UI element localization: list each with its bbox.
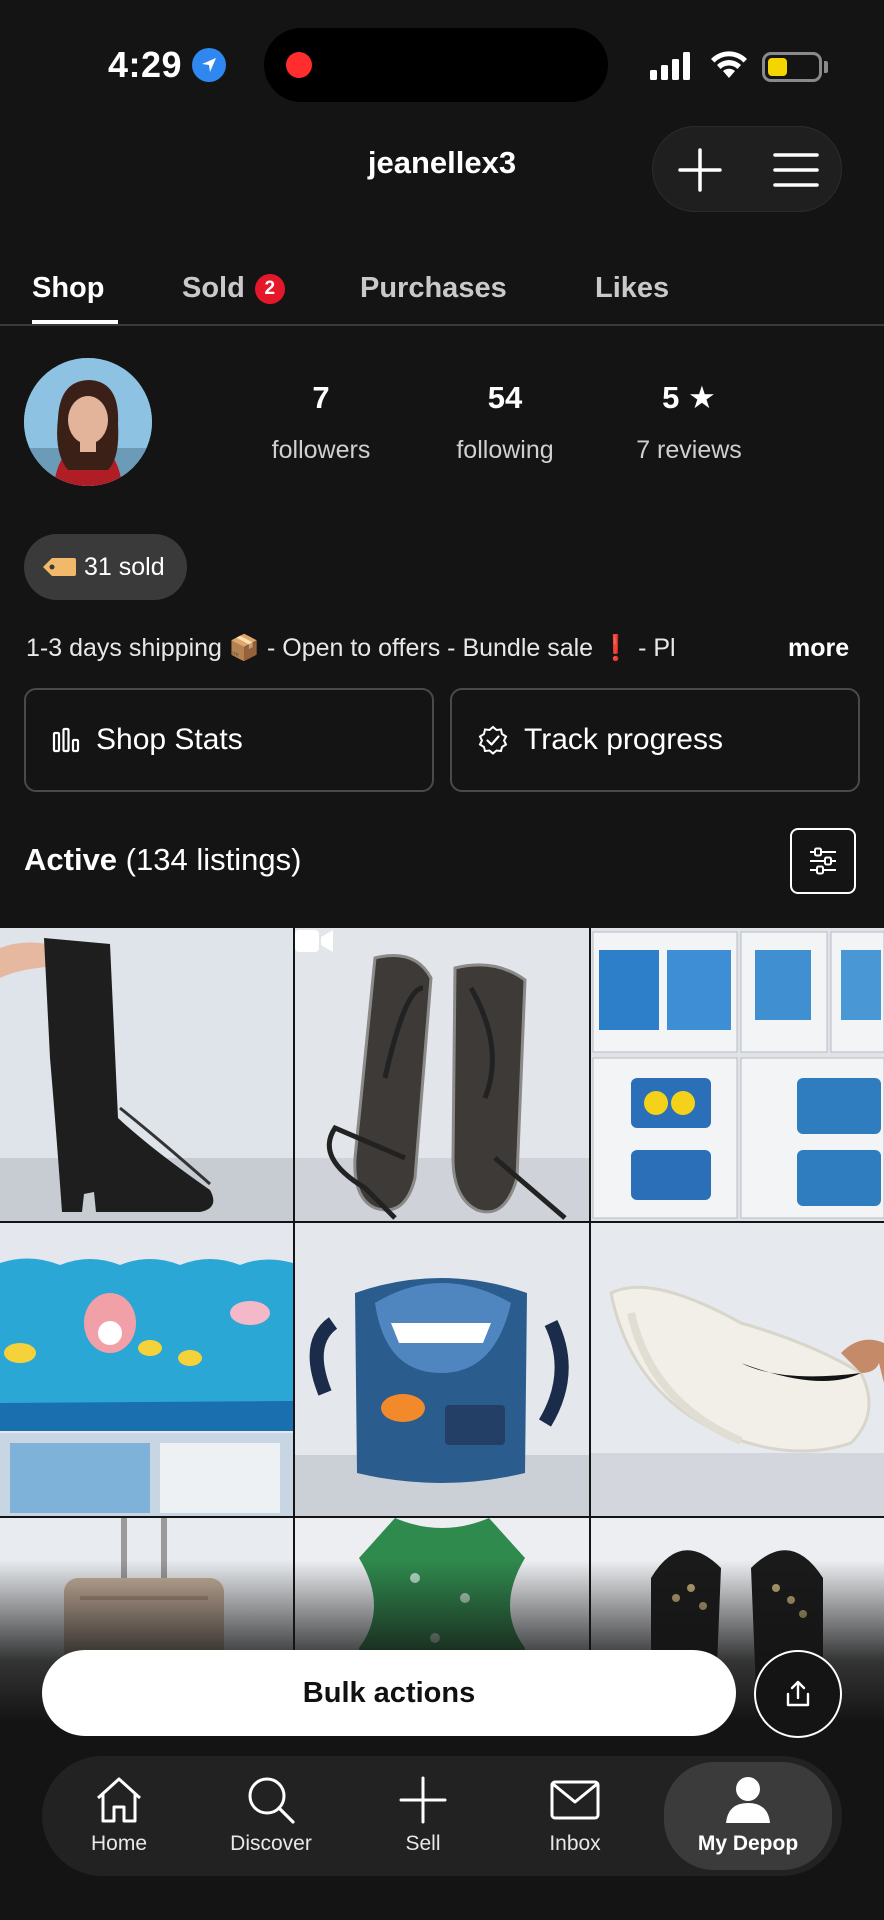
nav-discover[interactable]: Discover (196, 1756, 346, 1876)
check-badge-icon (478, 725, 508, 755)
tab-shop[interactable]: Shop (32, 272, 105, 305)
active-listings-heading: Active (134 listings) (24, 842, 301, 878)
bio-more-link[interactable]: more (788, 634, 849, 663)
cellular-signal-icon (650, 52, 690, 80)
status-bar: 4:29 (0, 0, 884, 130)
battery-icon (762, 52, 822, 82)
listing-black-boots[interactable] (0, 928, 293, 1221)
tab-likes-label: Likes (595, 272, 670, 304)
person-icon (726, 1777, 770, 1823)
sandals-image (295, 928, 589, 1221)
following-count: 54 (487, 380, 523, 415)
reviews-label: 7 reviews (636, 436, 742, 464)
plus-icon (399, 1776, 447, 1824)
plus-icon (678, 148, 722, 192)
add-listing-button[interactable] (675, 145, 725, 195)
bedding-image (591, 928, 884, 1221)
wifi-icon (711, 51, 747, 78)
tab-purchases[interactable]: Purchases (360, 272, 507, 305)
tab-purchases-label: Purchases (360, 272, 507, 304)
followers-label: followers (271, 436, 371, 464)
home-icon (96, 1777, 142, 1823)
avatar[interactable] (24, 358, 152, 486)
reviews-stat[interactable]: 5 ★ 7 reviews (604, 380, 774, 465)
price-tag-icon (43, 558, 76, 576)
video-icon (295, 930, 333, 952)
followers-stat[interactable]: 7 followers (236, 380, 406, 465)
dynamic-island (264, 28, 608, 102)
nav-my-depop[interactable]: My Depop (664, 1762, 832, 1870)
rating-value: 5 ★ (662, 380, 716, 415)
nav-inbox-label: Inbox (549, 1832, 601, 1855)
backpack-image (295, 1223, 589, 1516)
location-arrow-icon (192, 48, 226, 82)
listing-silver-sandals[interactable] (295, 928, 589, 1221)
battery-level (768, 58, 787, 76)
tab-shop-label: Shop (32, 272, 105, 304)
tab-sold[interactable]: Sold 2 (182, 272, 285, 305)
nav-my-depop-label: My Depop (697, 1832, 799, 1855)
following-stat[interactable]: 54 following (420, 380, 590, 465)
search-icon (248, 1777, 295, 1824)
profile-tabs: Shop Sold 2 Purchases Likes (0, 262, 884, 326)
mail-icon (550, 1780, 600, 1820)
active-tab-indicator (32, 320, 118, 324)
nav-inbox[interactable]: Inbox (500, 1756, 650, 1876)
nav-home[interactable]: Home (44, 1756, 194, 1876)
active-label: Active (24, 842, 118, 877)
listing-spongebob-curtain[interactable] (0, 1223, 293, 1516)
track-progress-label: Track progress (524, 723, 723, 756)
tab-sold-label: Sold (182, 272, 245, 304)
sold-count-text: 31 sold (84, 552, 165, 581)
following-label: following (456, 436, 554, 464)
bulk-actions-button[interactable]: Bulk actions (42, 1650, 736, 1736)
listing-minions-bedding-set[interactable] (591, 928, 884, 1221)
hamburger-menu-icon (773, 153, 819, 187)
track-progress-button[interactable]: Track progress (450, 688, 860, 792)
share-icon (786, 1680, 810, 1707)
followers-count: 7 (312, 380, 330, 415)
filter-button[interactable] (790, 828, 856, 894)
sneaker-image (591, 1223, 884, 1516)
bar-chart-icon (52, 727, 80, 753)
nav-sell-label: Sell (405, 1832, 441, 1855)
shop-stats-button[interactable]: Shop Stats (24, 688, 434, 792)
shop-bio: 1-3 days shipping 📦 - Open to offers - B… (26, 634, 676, 662)
bottom-nav: Home Discover Sell Inbox My Depop (42, 1756, 842, 1876)
listing-nemo-backpack[interactable] (295, 1223, 589, 1516)
nav-sell[interactable]: Sell (348, 1756, 498, 1876)
bio-fade (720, 628, 788, 668)
status-time: 4:29 (108, 44, 183, 85)
nav-discover-label: Discover (230, 1832, 312, 1855)
boots-image (0, 928, 293, 1221)
header-actions (652, 126, 842, 212)
menu-button[interactable] (771, 145, 821, 195)
curtain-image (0, 1223, 293, 1516)
battery-cap (824, 61, 828, 73)
listings-count: (134 listings) (125, 842, 302, 877)
listing-white-sneakers[interactable] (591, 1223, 884, 1516)
sold-count-badge: 2 (254, 274, 285, 304)
recording-indicator-icon (286, 52, 312, 78)
sliders-icon (810, 847, 836, 875)
tab-likes[interactable]: Likes (595, 272, 669, 305)
shop-stats-label: Shop Stats (96, 723, 243, 756)
share-button[interactable] (754, 1650, 842, 1738)
nav-home-label: Home (90, 1832, 148, 1855)
sold-count-pill[interactable]: 31 sold (24, 534, 187, 600)
